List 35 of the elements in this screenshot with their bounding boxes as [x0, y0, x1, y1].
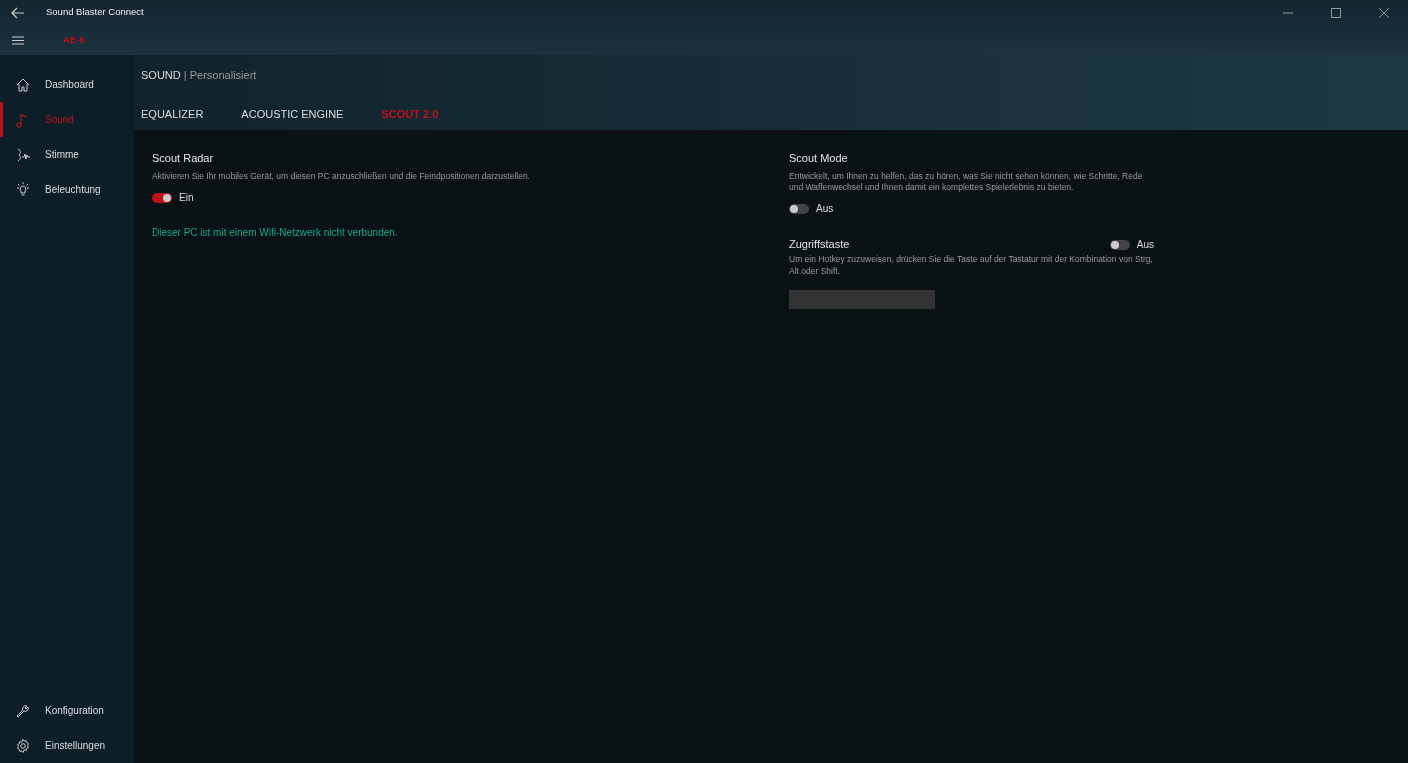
sidebar-item[interactable]: Einstellungen	[0, 728, 112, 763]
description: Aktivieren Sie Ihr mobiles Gerät, um diesen PC anzuschließen und die Feindpositionen darzustellen.	[152, 170, 531, 183]
toggle-switch[interactable]	[1109, 239, 1130, 250]
toggle-label: Aus	[816, 202, 834, 217]
description: Entwickelt, um Ihnen zu helfen, das zu hören, was Sie nicht sehen können, wie Schritte, Rede und Waffenwechsel und Ihnen damit ein komplettes Spielerlebnis zu bieten.	[789, 170, 1144, 195]
toggle-switch[interactable]	[789, 203, 809, 214]
window-title: Sound Blaster Connect	[46, 5, 144, 20]
device-name: AE-5	[63, 32, 85, 47]
tab[interactable]: ACOUSTIC ENGINE	[241, 105, 344, 122]
section-title: SOUND	[141, 69, 181, 81]
sidebar-item[interactable]: Beleuchtung	[0, 172, 107, 207]
sidebar-item[interactable]: Stimme	[0, 137, 85, 172]
maximize-icon[interactable]	[1331, 7, 1341, 18]
sidebar-item[interactable]: Konfiguration	[0, 693, 110, 728]
hotkey-input-field[interactable]	[789, 289, 935, 309]
profile-name: Personalisiert	[189, 69, 257, 81]
settings-icon	[15, 737, 31, 754]
toggle-label: Aus	[1136, 238, 1154, 253]
lightbulb-icon	[15, 181, 31, 198]
separator: |	[183, 69, 187, 81]
home-icon	[15, 76, 31, 93]
section-heading: Zugriffstaste	[789, 237, 850, 253]
status-message: Dieser PC ist mit einem Wifi-Netzwerk nicht verbunden.	[152, 226, 399, 241]
sidebar-item[interactable]: Dashboard	[0, 67, 100, 102]
description: Um ein Hotkey zuzuweisen, drücken Sie die Taste auf der Tastatur mit der Kombination von Strg, Alt oder Shift.	[789, 253, 1154, 278]
voice-wave-icon	[15, 146, 31, 163]
close-icon[interactable]	[1379, 7, 1389, 18]
back-arrow-icon[interactable]	[11, 6, 25, 19]
section-heading: Scout Mode	[789, 151, 849, 166]
section-heading: Scout Radar	[152, 151, 215, 166]
toggle-switch[interactable]	[152, 192, 172, 203]
wrench-icon	[15, 702, 31, 719]
menu-icon[interactable]	[12, 35, 24, 45]
tab[interactable]: EQUALIZER	[141, 105, 204, 122]
toggle-label: Ein	[179, 191, 194, 206]
